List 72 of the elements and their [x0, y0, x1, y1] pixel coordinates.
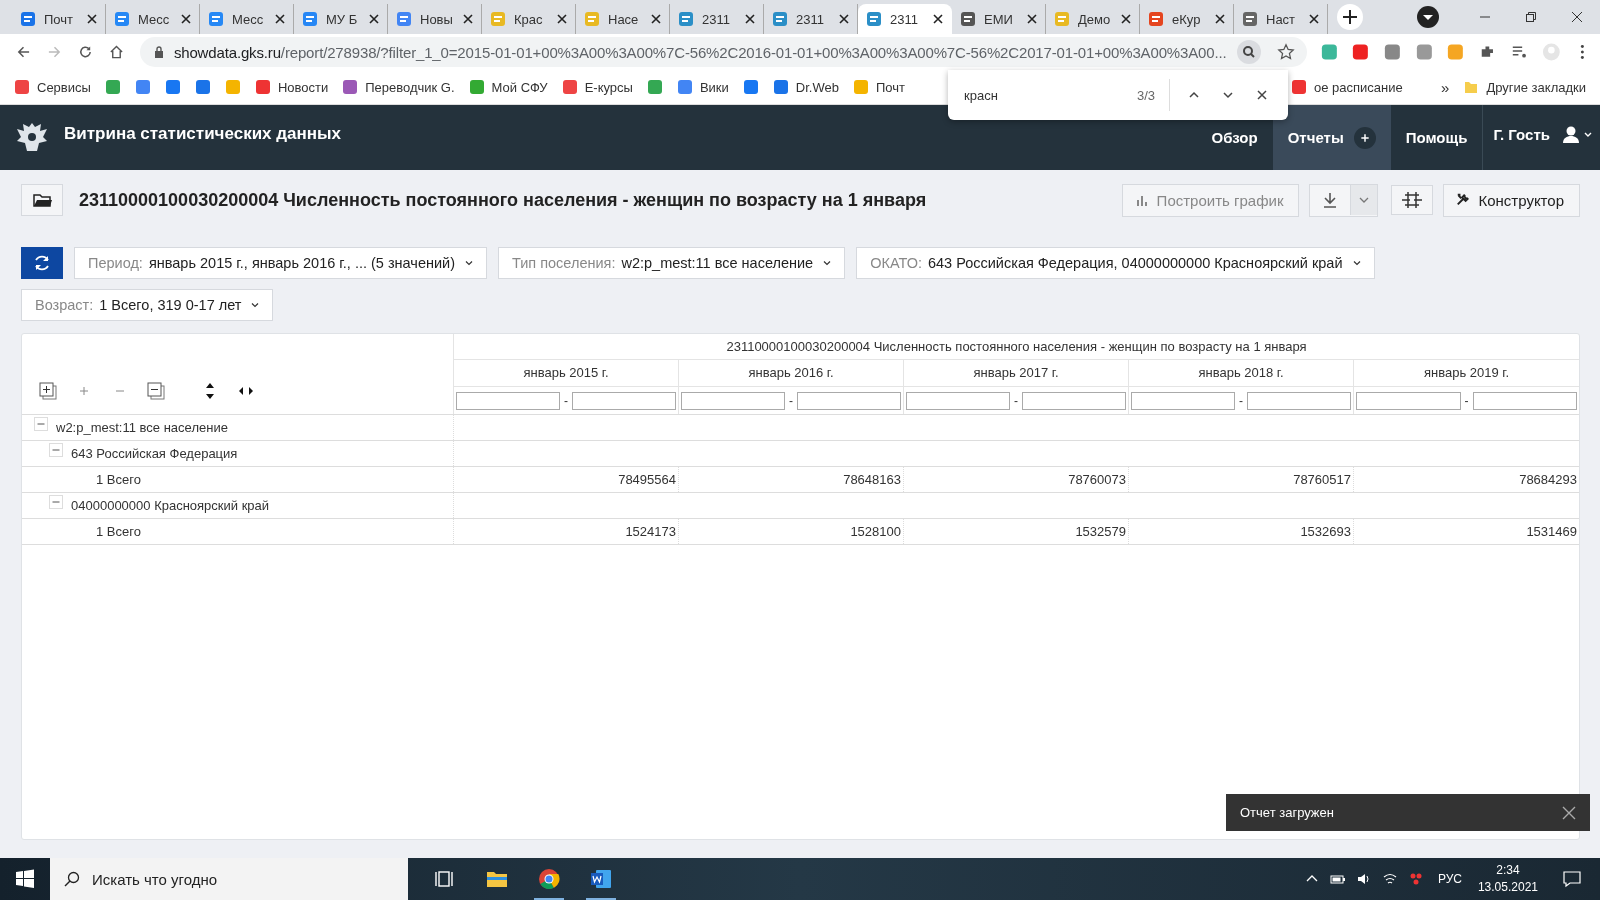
- filter-dropdown[interactable]: Возраст: 1 Всего, 319 0-17 лет: [21, 289, 274, 321]
- bookmark[interactable]: E-курсы: [561, 79, 633, 95]
- table-cell: 78648163: [679, 467, 904, 492]
- table-cell: 1532693: [1129, 519, 1354, 544]
- app-title: Витрина статистических данных: [64, 123, 342, 144]
- tab-title: Крас: [514, 11, 544, 27]
- toast-message: Отчет загружен: [1240, 805, 1334, 820]
- row-label: 1 Всего: [95, 472, 141, 487]
- browser-tab[interactable]: 2311: [858, 4, 952, 34]
- report-title: 23110000100030200004 Численность постоянного населения - женщин по возрасту на 1 января: [79, 189, 927, 211]
- more-bookmarks[interactable]: »: [1441, 78, 1450, 96]
- match-count: 3/3: [1136, 87, 1155, 103]
- bookmark[interactable]: Переводчик G.: [342, 79, 455, 95]
- nav-tab[interactable]: Помощь: [1390, 105, 1483, 170]
- clock-date[interactable]: 13.05.2021: [1477, 879, 1538, 896]
- row-label: 04000000000 Красноярский край: [71, 498, 270, 513]
- tab-title: Почт: [44, 11, 74, 27]
- row-label: 643 Российская Федерация: [71, 446, 238, 461]
- tab-title: 2311: [796, 11, 825, 27]
- language-indicator[interactable]: РУС: [1437, 872, 1462, 886]
- row-label: w2:p_mest:11 все население: [56, 420, 228, 435]
- url-host: showdata.gks.ru: [173, 43, 281, 61]
- table-cell-text: 78684293: [1518, 471, 1578, 489]
- tab-title: Новы: [420, 11, 454, 27]
- find-field[interactable]: красн: [964, 87, 1123, 103]
- column-header[interactable]: январь 2015 г.: [454, 360, 678, 387]
- tab-title: Месс: [138, 11, 171, 27]
- bookmark-folder[interactable]: Другие закладки: [1463, 79, 1586, 95]
- table-cell: 1528100: [679, 519, 904, 544]
- clock-time[interactable]: 2:34: [1496, 862, 1520, 879]
- bookmark[interactable]: Почт: [852, 79, 905, 95]
- url-path: /report/278938/?filter_1_0=2015-01-01+00%3A00%3A00%7C-56%2C2016-01-01+00%3A00%3A00%7C-56%2C2017-01-01+00%3A00%3A00...: [280, 43, 1227, 61]
- column-header[interactable]: январь 2017 г.: [904, 360, 1128, 387]
- table-cell: 78760517: [1129, 467, 1354, 492]
- tab-title: еКур: [1172, 11, 1202, 27]
- range-separator: -: [789, 393, 793, 408]
- nav-tab[interactable]: Отчеты: [1272, 105, 1391, 170]
- bookmark[interactable]: Новости: [254, 79, 329, 95]
- filter-dropdown[interactable]: ОКАТО: 643 Российская Федерация, 04000000000 Красноярский край: [856, 247, 1375, 279]
- user-name[interactable]: Г. Гость: [1493, 126, 1550, 143]
- row-label: 1 Всего: [95, 524, 141, 539]
- bookmark[interactable]: Сервисы: [14, 79, 91, 95]
- filter-dropdown[interactable]: Тип поселения: w2:p_mest:11 все население: [498, 247, 846, 279]
- search-field[interactable]: Искать что угодно: [50, 858, 408, 900]
- range-separator: -: [1239, 393, 1243, 408]
- table-title: 23110000100030200004 Численность постоянного населения - женщин по возрасту на 1 января: [454, 334, 1579, 360]
- filter-dropdown[interactable]: Период: январь 2015 г., январь 2016 г., ... (5 значений): [74, 247, 487, 279]
- column-header[interactable]: январь 2018 г.: [1129, 360, 1353, 387]
- table-cell: 78495564: [454, 467, 679, 492]
- tab-title: МУ Б: [326, 11, 359, 27]
- bookmark[interactable]: Вики: [676, 79, 729, 95]
- column-header[interactable]: январь 2019 г.: [1354, 360, 1579, 387]
- bookmark[interactable]: Dr.Web: [772, 79, 839, 95]
- bookmark[interactable]: Мой СФУ: [468, 79, 548, 95]
- range-separator: -: [1014, 393, 1018, 408]
- table-cell-text: 1531469: [1525, 523, 1578, 541]
- tab-title: Насе: [608, 11, 640, 27]
- table-cell: 1524173: [454, 519, 679, 544]
- tab-title: Наст: [1266, 11, 1297, 27]
- column-header[interactable]: январь 2016 г.: [679, 360, 903, 387]
- tab-title: ЕМИ: [984, 11, 1014, 27]
- tab-title: 2311: [890, 11, 919, 27]
- tab-title: 2311: [702, 11, 731, 27]
- range-separator: -: [564, 393, 568, 408]
- constructor-button[interactable]: Конструктор: [1443, 183, 1580, 217]
- bookmark[interactable]: ое расписание: [1290, 79, 1403, 95]
- table-cell: 78760073: [904, 467, 1129, 492]
- address-field[interactable]: showdata.gks.ru/report/278938/?filter_1_0=2015-01-01+00%3A00%3A00%7C-56%2C2016-01-01+00%3A00%3A00%7C-56%2C2017-01-01+00%3A00%3A00...: [139, 37, 1307, 67]
- table-cell: 1532579: [904, 519, 1129, 544]
- range-separator: -: [1464, 393, 1469, 408]
- tab-title: Демо: [1078, 11, 1112, 27]
- tab-title: Месс: [232, 11, 265, 27]
